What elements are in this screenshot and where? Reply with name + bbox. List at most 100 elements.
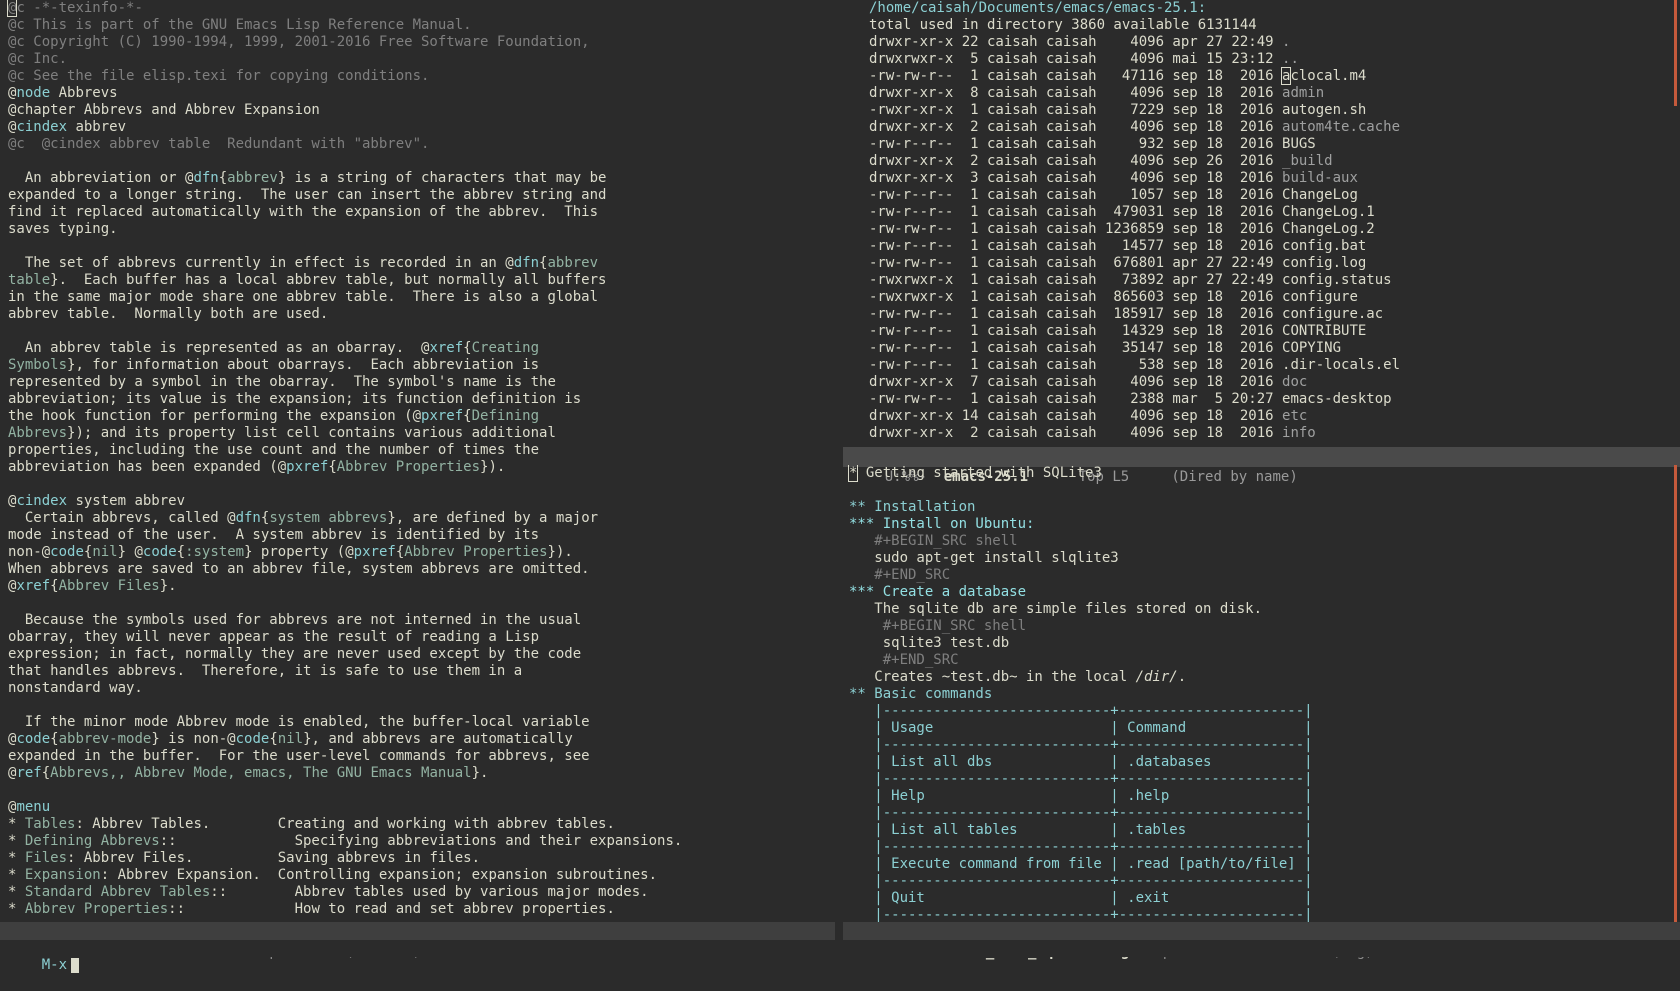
- buffer-line[interactable]: in the same major mode share one abbrev …: [8, 289, 835, 306]
- buffer-line[interactable]: abbreviation; its value is the expansion…: [8, 391, 835, 408]
- buffer-line[interactable]: *** Install on Ubuntu:: [849, 516, 1680, 533]
- buffer-line[interactable]: represented by a symbol in the obarray. …: [8, 374, 835, 391]
- buffer-line[interactable]: Certain abbrevs, called @dfn{system abbr…: [8, 510, 835, 527]
- buffer-line[interactable]: | List all tables | .tables |: [849, 822, 1680, 839]
- dired-header[interactable]: /home/caisah/Documents/emacs/emacs-25.1:: [869, 0, 1680, 17]
- dired-entry[interactable]: drwxr-xr-x 8 caisah caisah 4096 sep 18 2…: [869, 85, 1680, 102]
- buffer-line[interactable]: |---------------------------+-----------…: [849, 907, 1680, 922]
- buffer-line[interactable]: @xref{Abbrev Files}.: [8, 578, 835, 595]
- buffer-line[interactable]: |---------------------------+-----------…: [849, 873, 1680, 890]
- buffer-line[interactable]: When abbrevs are saved to an abbrev file…: [8, 561, 835, 578]
- dired-entry[interactable]: drwxr-xr-x 7 caisah caisah 4096 sep 18 2…: [869, 374, 1680, 391]
- org-buffer-text[interactable]: * Getting started with SQLite3 ** Install…: [843, 465, 1680, 922]
- buffer-line[interactable]: @c Inc.: [8, 51, 835, 68]
- buffer-line[interactable]: Abbrevs}); and its property list cell co…: [8, 425, 835, 442]
- dired-entry[interactable]: drwxr-xr-x 2 caisah caisah 4096 sep 26 2…: [869, 153, 1680, 170]
- dired-entry[interactable]: -rw-r--r-- 1 caisah caisah 14329 sep 18 …: [869, 323, 1680, 340]
- buffer-line[interactable]: |---------------------------+-----------…: [849, 703, 1680, 720]
- minibuffer[interactable]: M-x: [0, 940, 1680, 973]
- buffer-line[interactable]: @menu: [8, 799, 835, 816]
- buffer-line[interactable]: [8, 153, 835, 170]
- buffer-line[interactable]: nonstandard way.: [8, 680, 835, 697]
- dired-entry-name[interactable]: ChangeLog.2: [1282, 221, 1375, 237]
- texinfo-buffer-window[interactable]: @c -*-texinfo-*- @c This is part of the G…: [0, 0, 835, 922]
- buffer-line[interactable]: non-@code{nil} @code{:system} property (…: [8, 544, 835, 561]
- dired-entry-name[interactable]: config.status: [1282, 272, 1392, 288]
- buffer-line[interactable]: | Execute command from file | .read [pat…: [849, 856, 1680, 873]
- dired-entry-name[interactable]: ChangeLog: [1282, 187, 1358, 203]
- buffer-line[interactable]: The sqlite db are simple files stored on…: [849, 601, 1680, 618]
- dired-entry[interactable]: -rw-r--r-- 1 caisah caisah 479031 sep 18…: [869, 204, 1680, 221]
- dired-entry-name[interactable]: ChangeLog.1: [1282, 204, 1375, 220]
- buffer-line[interactable]: @node Abbrevs: [8, 85, 835, 102]
- dired-entry[interactable]: drwxr-xr-x 14 caisah caisah 4096 sep 18 …: [869, 408, 1680, 425]
- buffer-line[interactable]: | Quit | .exit |: [849, 890, 1680, 907]
- buffer-line[interactable]: @c Copyright (C) 1990-1994, 1999, 2001-2…: [8, 34, 835, 51]
- buffer-line[interactable]: The set of abbrevs currently in effect i…: [8, 255, 835, 272]
- buffer-line[interactable]: [8, 238, 835, 255]
- buffer-line[interactable]: sqlite3 test.db: [849, 635, 1680, 652]
- org-scrollbar[interactable]: [1674, 465, 1677, 922]
- buffer-line[interactable]: |---------------------------+-----------…: [849, 839, 1680, 856]
- dired-entry-name[interactable]: ..: [1282, 51, 1299, 67]
- buffer-line[interactable]: #+END_SRC: [849, 652, 1680, 669]
- dired-scrollbar[interactable]: [1674, 0, 1677, 106]
- buffer-line[interactable]: |---------------------------+-----------…: [849, 771, 1680, 788]
- dired-entry-name[interactable]: etc: [1282, 408, 1307, 424]
- buffer-line[interactable]: #+END_SRC: [849, 567, 1680, 584]
- dired-entry[interactable]: -rw-rw-r-- 1 caisah caisah 676801 apr 27…: [869, 255, 1680, 272]
- org-buffer-window[interactable]: * Getting started with SQLite3 ** Install…: [843, 465, 1680, 922]
- dired-entry-name[interactable]: COPYING: [1282, 340, 1341, 356]
- dired-entry-name[interactable]: config.bat: [1282, 238, 1366, 254]
- dired-entry[interactable]: -rwxr-xr-x 1 caisah caisah 7229 sep 18 2…: [869, 102, 1680, 119]
- buffer-line[interactable]: | Help | .help |: [849, 788, 1680, 805]
- dired-entry[interactable]: -rwxrwxr-x 1 caisah caisah 865603 sep 18…: [869, 289, 1680, 306]
- buffer-line[interactable]: * Abbrev Properties:: How to read and se…: [8, 901, 835, 918]
- buffer-line[interactable]: obarray, they will never appear as the r…: [8, 629, 835, 646]
- buffer-line[interactable]: *** Create a database: [849, 584, 1680, 601]
- buffer-line[interactable]: * Standard Abbrev Tables:: Abbrev tables…: [8, 884, 835, 901]
- buffer-line[interactable]: An abbrev table is represented as an oba…: [8, 340, 835, 357]
- dired-entry[interactable]: -rw-r--r-- 1 caisah caisah 35147 sep 18 …: [869, 340, 1680, 357]
- dired-entry-name[interactable]: configure.ac: [1282, 306, 1383, 322]
- buffer-line[interactable]: If the minor mode Abbrev mode is enabled…: [8, 714, 835, 731]
- dired-listing[interactable]: /home/caisah/Documents/emacs/emacs-25.1:…: [843, 0, 1680, 442]
- dired-entry[interactable]: drwxr-xr-x 2 caisah caisah 4096 sep 18 2…: [869, 425, 1680, 442]
- buffer-line[interactable]: @chapter Abbrevs and Abbrev Expansion: [8, 102, 835, 119]
- dired-entry-name[interactable]: .: [1282, 34, 1290, 50]
- dired-entry[interactable]: drwxr-xr-x 2 caisah caisah 4096 sep 18 2…: [869, 119, 1680, 136]
- buffer-line[interactable]: * Defining Abbrevs:: Specifying abbrevia…: [8, 833, 835, 850]
- buffer-line[interactable]: Because the symbols used for abbrevs are…: [8, 612, 835, 629]
- buffer-line[interactable]: An abbreviation or @dfn{abbrev} is a str…: [8, 170, 835, 187]
- buffer-line[interactable]: expanded in the buffer. For the user-lev…: [8, 748, 835, 765]
- texinfo-buffer-text[interactable]: @c -*-texinfo-*- @c This is part of the G…: [0, 0, 835, 918]
- buffer-line[interactable]: | List all dbs | .databases |: [849, 754, 1680, 771]
- buffer-line[interactable]: table}. Each buffer has a local abbrev t…: [8, 272, 835, 289]
- dired-entry[interactable]: drwxr-xr-x 3 caisah caisah 4096 sep 18 2…: [869, 170, 1680, 187]
- dired-entry-name[interactable]: BUGS: [1282, 136, 1316, 152]
- dired-entry-name[interactable]: autogen.sh: [1282, 102, 1366, 118]
- buffer-line[interactable]: abbreviation has been expanded (@pxref{A…: [8, 459, 835, 476]
- buffer-line[interactable]: @cindex abbrev: [8, 119, 835, 136]
- dired-entry[interactable]: -rw-rw-r-- 1 caisah caisah 47116 sep 18 …: [869, 67, 1680, 85]
- buffer-line[interactable]: saves typing.: [8, 221, 835, 238]
- dired-entry[interactable]: -rw-r--r-- 1 caisah caisah 1057 sep 18 2…: [869, 187, 1680, 204]
- dired-entry[interactable]: -rwxrwxr-x 1 caisah caisah 73892 apr 27 …: [869, 272, 1680, 289]
- buffer-line[interactable]: @c See the file elisp.texi for copying c…: [8, 68, 835, 85]
- buffer-line[interactable]: Symbols}, for information about obarrays…: [8, 357, 835, 374]
- dired-entry[interactable]: -rw-r--r-- 1 caisah caisah 14577 sep 18 …: [869, 238, 1680, 255]
- texinfo-modeline[interactable]: -:--- abbrevs.texi<2> Top L1 (Texinfo): [0, 922, 835, 960]
- buffer-line[interactable]: #+BEGIN_SRC shell: [849, 533, 1680, 550]
- buffer-line[interactable]: * Getting started with SQLite3: [847, 465, 1680, 482]
- buffer-line[interactable]: abbrev table. Normally both are used.: [8, 306, 835, 323]
- buffer-line[interactable]: ** Basic commands: [849, 686, 1680, 703]
- dired-entry[interactable]: -rw-r--r-- 1 caisah caisah 932 sep 18 20…: [869, 136, 1680, 153]
- buffer-line[interactable]: @cindex system abbrev: [8, 493, 835, 510]
- dired-entry[interactable]: drwxrwxr-x 5 caisah caisah 4096 mai 15 2…: [869, 51, 1680, 68]
- dired-buffer-window[interactable]: /home/caisah/Documents/emacs/emacs-25.1:…: [843, 0, 1680, 447]
- dired-entry-name[interactable]: info: [1282, 425, 1316, 441]
- buffer-line[interactable]: * Files: Abbrev Files. Saving abbrevs in…: [8, 850, 835, 867]
- buffer-line[interactable]: Creates ~test.db~ in the local /dir/.: [849, 669, 1680, 686]
- buffer-line[interactable]: @c -*-texinfo-*-: [6, 0, 835, 17]
- buffer-line[interactable]: expression; in fact, normally they are n…: [8, 646, 835, 663]
